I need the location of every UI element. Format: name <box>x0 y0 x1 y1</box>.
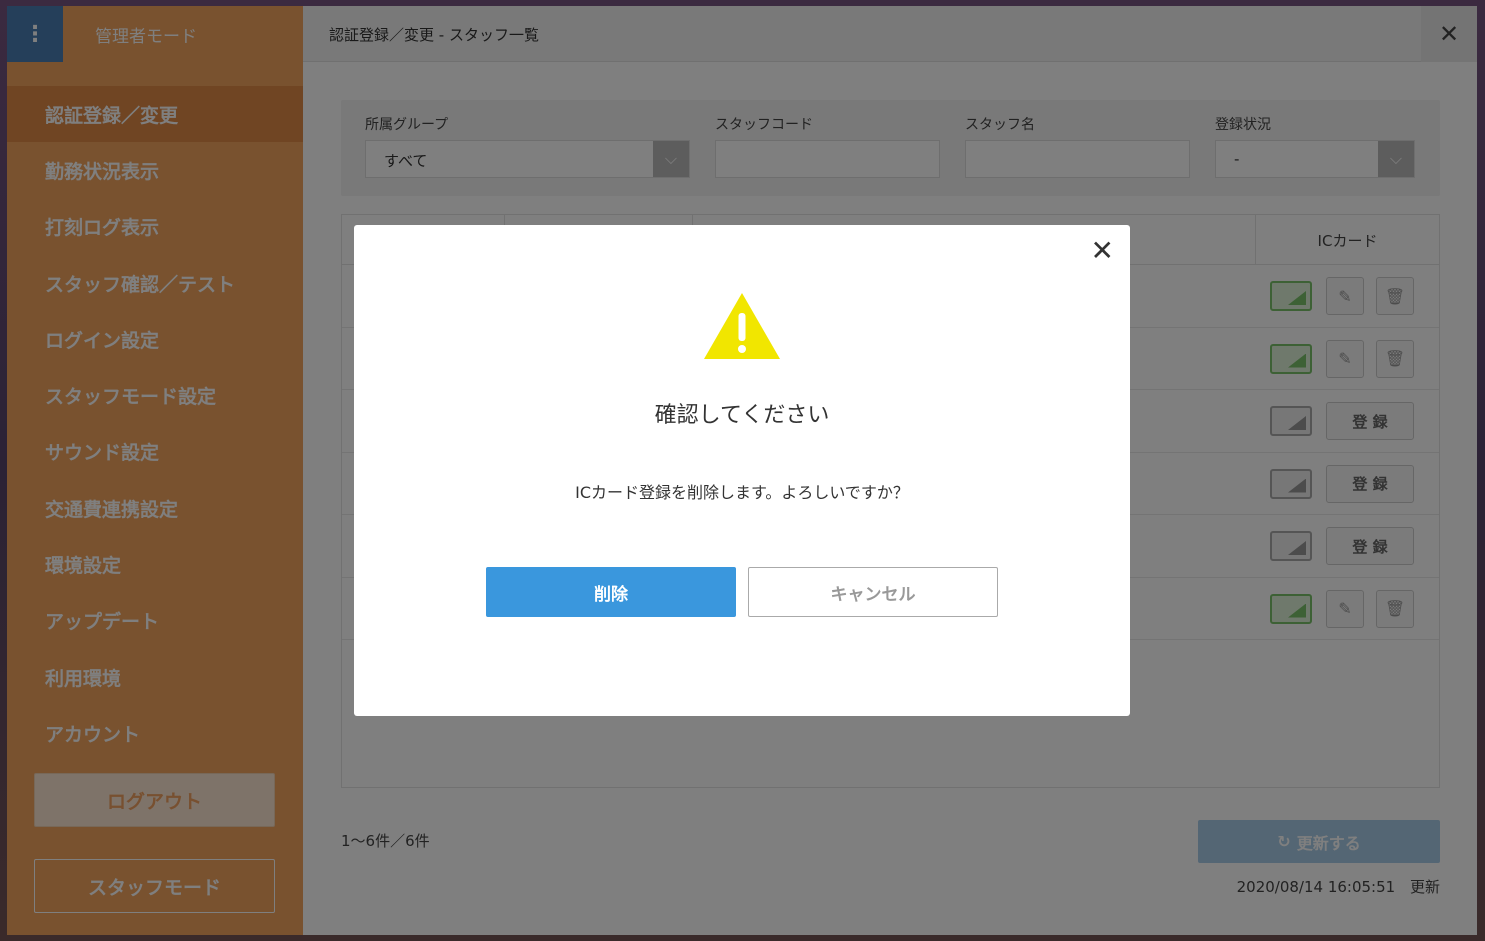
delete-button[interactable]: 削除 <box>486 567 736 617</box>
warning-icon <box>704 293 780 359</box>
dialog-title: 確認してください <box>654 403 830 428</box>
dialog-message: ICカード登録を削除します。よろしいですか？ <box>575 483 909 502</box>
cancel-button[interactable]: キャンセル <box>748 567 998 617</box>
confirm-dialog: ✕ 確認してください ICカード登録を削除します。よろしいですか？ 削除 キャン… <box>354 225 1130 716</box>
close-icon[interactable]: ✕ <box>1091 237 1114 265</box>
